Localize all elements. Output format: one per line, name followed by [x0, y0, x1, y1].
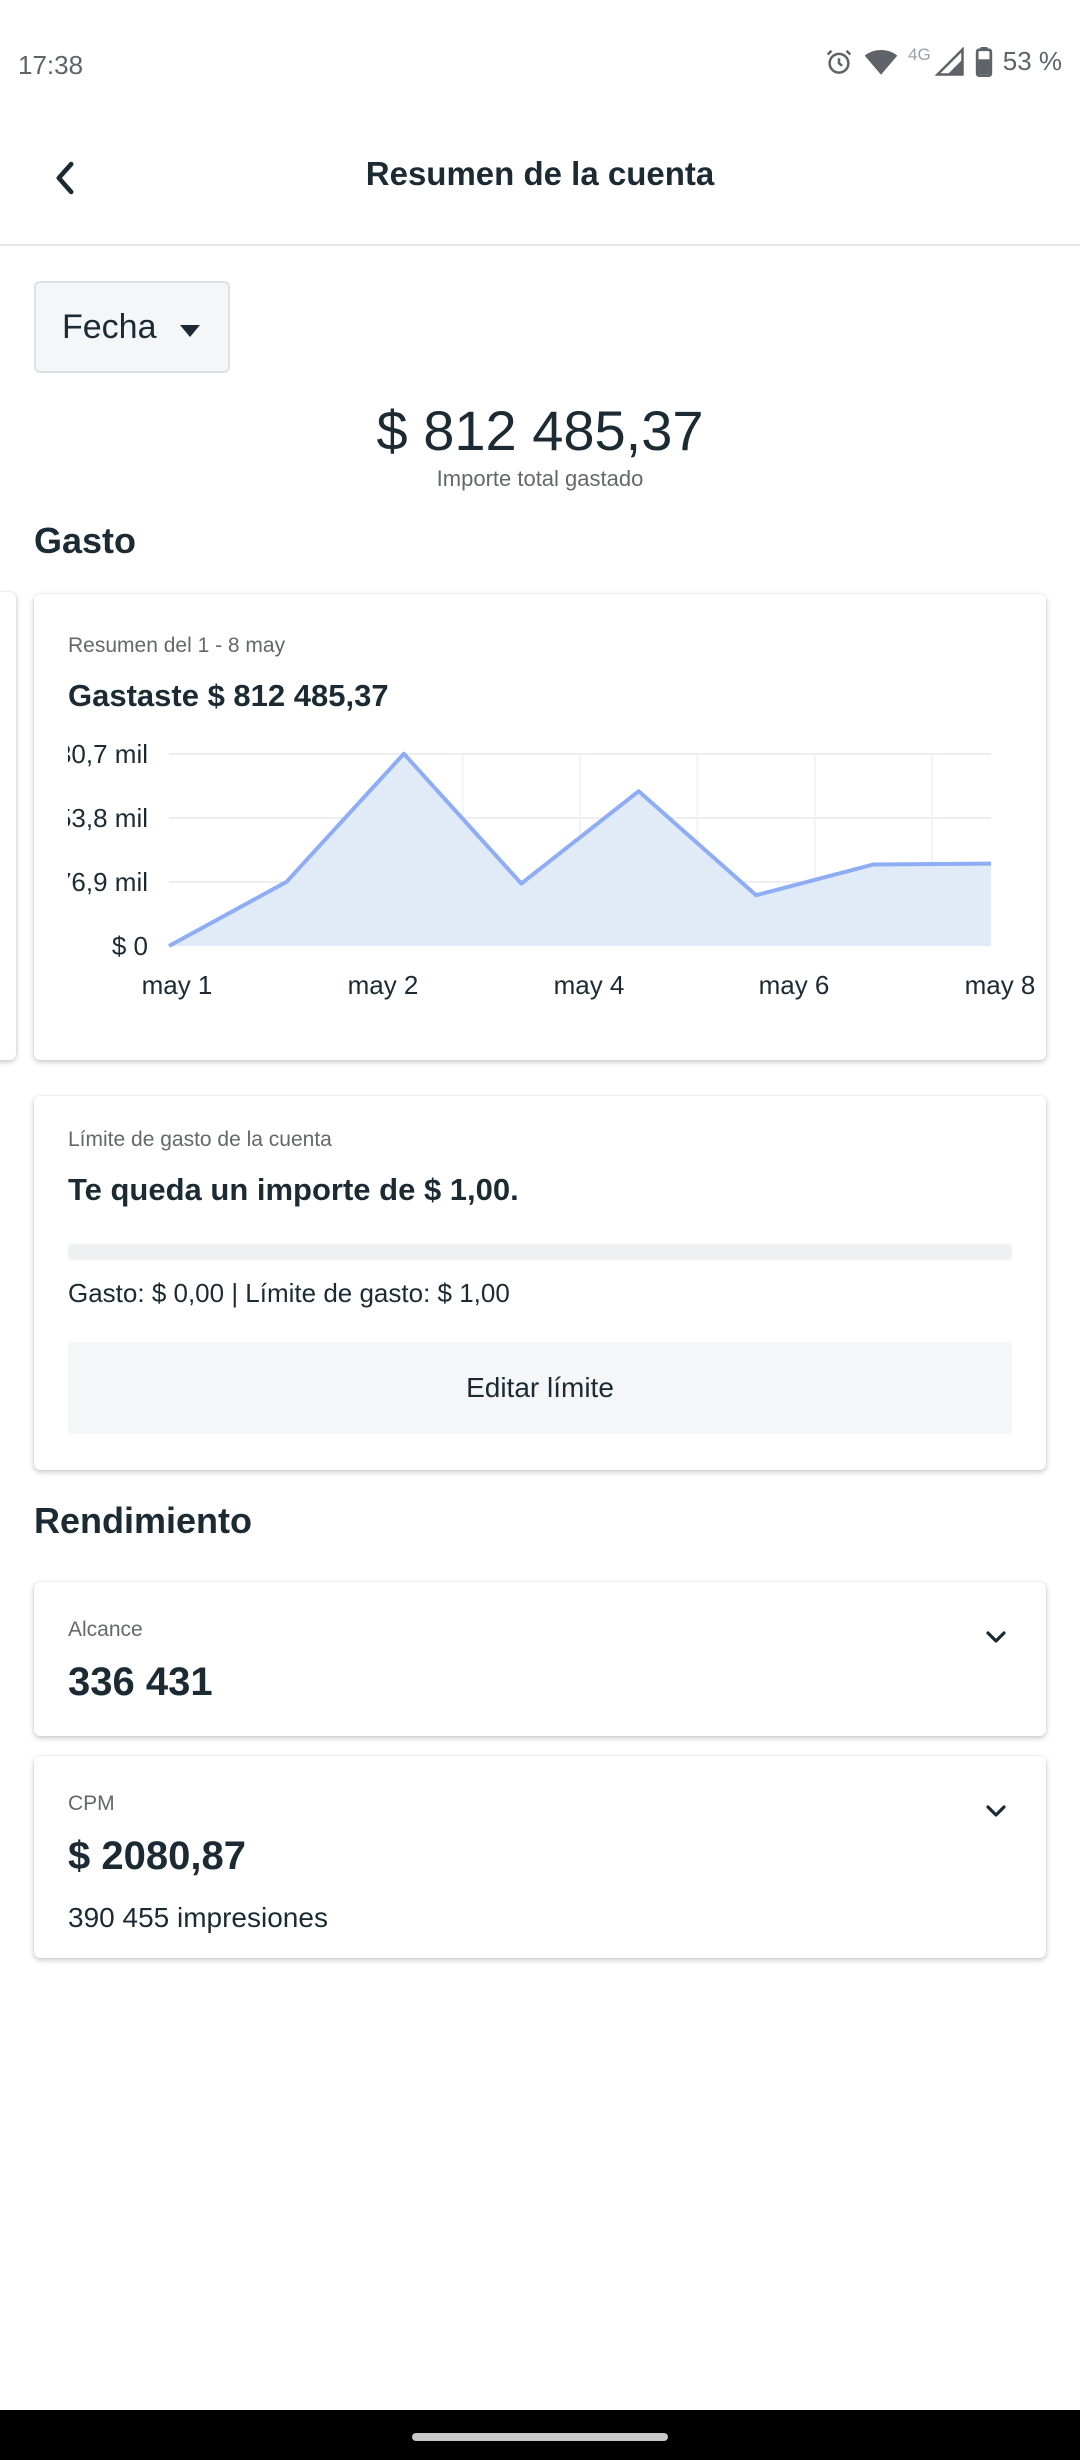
- metric-impressions: 390 455 impresiones: [68, 1902, 328, 1933]
- metric-card-reach[interactable]: Alcance 336 431: [34, 1582, 1046, 1736]
- status-time: 17:38: [18, 50, 84, 80]
- metric-label: Alcance: [68, 1618, 143, 1641]
- chart-y-tick-label: 30,7 mil: [57, 739, 148, 769]
- chevron-down-icon[interactable]: [982, 1800, 1010, 1822]
- chart-y-tick-label: 76,9 mil: [57, 867, 148, 897]
- edit-limit-button[interactable]: Editar límite: [68, 1342, 1012, 1434]
- date-filter-label: Fecha: [62, 307, 157, 346]
- total-spent-amount: $ 812 485,37: [376, 399, 704, 462]
- chart-y-tick-label: $ 0: [112, 931, 148, 961]
- wifi-icon: [864, 47, 898, 77]
- spend-limit-card: Límite de gasto de la cuenta Te queda un…: [34, 1096, 1046, 1470]
- spend-limit-progress-bar: [68, 1244, 1012, 1260]
- date-filter-dropdown[interactable]: Fecha: [34, 281, 230, 373]
- performance-section-title: Rendimiento: [34, 1500, 253, 1541]
- chart-x-tick-label: may 6: [759, 970, 830, 1000]
- chevron-down-icon[interactable]: [982, 1626, 1010, 1648]
- chart-x-tick-label: may 2: [348, 970, 419, 1000]
- spend-chart-card[interactable]: Resumen del 1 - 8 may Gastaste $ 812 485…: [34, 594, 1046, 1060]
- home-gesture-handle[interactable]: [412, 2433, 668, 2441]
- metric-value: 336 431: [68, 1660, 213, 1704]
- header-divider: [0, 244, 1080, 246]
- metric-label: CPM: [68, 1792, 115, 1815]
- status-icons: 4G 53 %: [824, 44, 1062, 77]
- spend-chart: $ 0 76,9 mil 53,8 mil 30,7 mil may 1 may 2 may…: [34, 739, 1036, 1000]
- battery-percent: 53 %: [1002, 46, 1062, 76]
- metric-card-cpm[interactable]: CPM $ 2080,87 390 455 impresiones: [34, 1756, 1046, 1958]
- page-title: Resumen de la cuenta: [365, 155, 715, 192]
- chart-y-tick-label: 53,8 mil: [57, 803, 148, 833]
- previous-card-peek[interactable]: [0, 592, 16, 1060]
- metric-value: $ 2080,87: [68, 1834, 246, 1878]
- battery-icon: [975, 46, 993, 77]
- alarm-icon: [824, 47, 854, 77]
- caret-down-icon: [179, 308, 201, 347]
- chart-x-tick-label: may 1: [142, 970, 213, 1000]
- limit-card-subtitle: Límite de gasto de la cuenta: [68, 1128, 332, 1151]
- spend-section-title: Gasto: [34, 520, 137, 561]
- limit-card-headline: Te queda un importe de $ 1,00.: [68, 1172, 519, 1207]
- chart-x-tick-label: may 8: [965, 970, 1036, 1000]
- chart-label-mask: [34, 744, 68, 944]
- network-type-label: 4G: [908, 44, 931, 64]
- limit-detail-text: Gasto: $ 0,00 | Límite de gasto: $ 1,00: [68, 1278, 510, 1308]
- chart-x-tick-label: may 4: [554, 970, 625, 1000]
- total-spent-label: Importe total gastado: [436, 466, 644, 491]
- signal-icon: [934, 46, 965, 77]
